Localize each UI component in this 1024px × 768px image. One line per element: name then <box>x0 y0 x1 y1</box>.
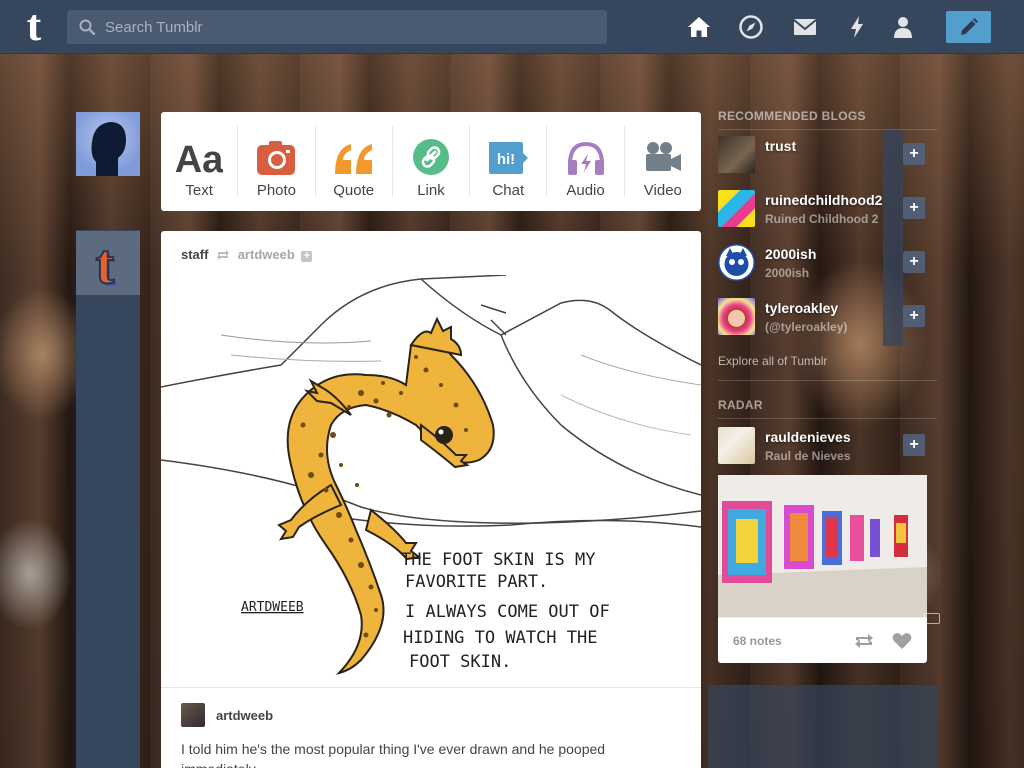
text-icon: Aa <box>175 139 223 176</box>
follow-plus-icon[interactable]: + <box>301 251 313 262</box>
gecko-illustration: ARTDWEEB THE FOOT SKIN IS MY FAVORITE PA… <box>161 275 701 675</box>
user-avatar[interactable] <box>76 112 140 176</box>
svg-text:t: t <box>96 234 115 295</box>
post-type-label: Audio <box>566 182 605 199</box>
blog-avatar[interactable] <box>718 136 755 173</box>
art-text-line5: FOOT SKIN. <box>409 652 511 672</box>
art-text-line2: FAVORITE PART. <box>405 572 548 592</box>
sidebar-divider <box>718 418 937 419</box>
post-type-video[interactable]: Video <box>625 126 701 199</box>
post-header: staff artdweeb + <box>181 247 313 262</box>
blog-avatar[interactable] <box>718 298 755 335</box>
post-type-link[interactable]: Link <box>393 126 471 199</box>
explore-link[interactable]: Explore all of Tumblr <box>718 354 827 368</box>
post-author-link[interactable]: staff <box>181 247 208 262</box>
blog-avatar[interactable] <box>718 190 755 227</box>
activity-icon[interactable] <box>844 14 870 40</box>
post-type-chat[interactable]: hi! Chat <box>470 126 548 199</box>
search-icon <box>79 19 95 35</box>
blog-subtitle: (@tyleroakley) <box>765 320 848 334</box>
svg-text:Aa: Aa <box>175 139 223 176</box>
like-heart-icon[interactable] <box>892 632 912 650</box>
camera-icon <box>257 141 296 175</box>
link-icon <box>412 139 449 175</box>
blog-name[interactable]: ruinedchildhood2 <box>765 192 882 208</box>
post-type-label: Quote <box>333 182 375 199</box>
video-camera-icon <box>645 142 681 171</box>
blog-subtitle: Ruined Childhood 2 <box>765 212 879 226</box>
art-text-line3: I ALWAYS COME OUT OF <box>405 602 610 622</box>
reblog-trail-header: artdweeb <box>181 703 273 727</box>
art-signature: ARTDWEEB <box>241 600 304 615</box>
keyboard-shortcuts-icon[interactable] <box>924 613 940 624</box>
follow-button[interactable]: + <box>903 434 925 456</box>
recommended-blog-row[interactable]: tyleroakley (@tyleroakley) + <box>718 292 937 346</box>
recommended-blog-row[interactable]: 2000ish 2000ish + <box>718 238 937 292</box>
radar-post-image[interactable] <box>718 475 927 617</box>
compose-button[interactable] <box>946 11 991 43</box>
left-rail <box>76 230 140 768</box>
reblogger-avatar[interactable] <box>181 703 205 727</box>
headphones-icon <box>567 141 604 175</box>
account-icon[interactable] <box>890 14 916 40</box>
follow-button[interactable]: + <box>903 197 925 219</box>
napster-cat-icon <box>719 245 754 280</box>
sidebar-divider <box>718 380 937 381</box>
follow-button[interactable]: + <box>903 143 925 165</box>
sidebar-bottom-shade <box>708 685 937 768</box>
blog-name[interactable]: trust <box>765 138 796 154</box>
post-type-text[interactable]: Aa Text <box>161 126 239 199</box>
quote-icon <box>334 144 372 174</box>
notes-count[interactable]: 68 notes <box>733 634 782 648</box>
pencil-icon <box>961 18 978 35</box>
staff-avatar[interactable]: t t <box>76 231 140 298</box>
art-text-line1: THE FOOT SKIN IS MY <box>401 550 595 570</box>
svg-text:hi!: hi! <box>497 151 515 168</box>
post-type-label: Link <box>417 182 445 199</box>
post-type-label: Chat <box>492 182 525 199</box>
blog-avatar[interactable] <box>718 427 755 464</box>
blog-avatar[interactable] <box>718 244 755 281</box>
reblogger-name-link[interactable]: artdweeb <box>216 708 273 723</box>
search-box[interactable] <box>67 10 607 44</box>
inbox-icon[interactable] <box>792 14 818 40</box>
top-navigation-bar: t <box>0 0 1024 54</box>
avatar-silhouette-icon <box>91 122 126 176</box>
post-type-photo[interactable]: Photo <box>238 126 316 199</box>
reblog-icon[interactable] <box>854 633 874 649</box>
post-type-audio[interactable]: Audio <box>547 126 625 199</box>
post-body-text: I told him he's the most popular thing I… <box>181 741 606 768</box>
dashboard-post: staff artdweeb + ARTDWEEB THE FOOT SKIN … <box>161 231 701 768</box>
blog-name[interactable]: 2000ish <box>765 246 816 262</box>
post-type-label: Video <box>643 182 682 199</box>
home-icon[interactable] <box>686 14 712 40</box>
radar-blog-row[interactable]: rauldenieves Raul de Nieves + <box>718 421 937 475</box>
blog-name[interactable]: rauldenieves <box>765 429 851 445</box>
follow-button[interactable]: + <box>903 305 925 327</box>
radar-post-footer: 68 notes <box>718 617 927 663</box>
staff-tumblr-logo-icon: t t <box>95 233 117 298</box>
gallery-photo <box>718 475 927 617</box>
recommended-blog-row[interactable]: trust + <box>718 130 937 184</box>
tumblr-logo[interactable]: t <box>14 4 54 48</box>
post-type-label: Photo <box>256 182 297 199</box>
reblog-source-link[interactable]: artdweeb <box>238 247 295 262</box>
chat-icon: hi! <box>489 142 529 174</box>
explore-icon[interactable] <box>738 14 764 40</box>
post-type-label: Text <box>185 182 213 199</box>
art-text-line4: HIDING TO WATCH THE <box>403 628 597 648</box>
blog-subtitle: Raul de Nieves <box>765 449 851 463</box>
recommended-blogs-title: RECOMMENDED BLOGS <box>718 109 866 123</box>
blog-subtitle: 2000ish <box>765 266 810 280</box>
post-type-quote[interactable]: Quote <box>316 126 393 199</box>
follow-button[interactable]: + <box>903 251 925 273</box>
blog-name[interactable]: tyleroakley <box>765 300 838 316</box>
search-input[interactable] <box>105 10 595 44</box>
post-divider <box>161 687 701 688</box>
recommended-blog-row[interactable]: ruinedchildhood2 Ruined Childhood 2 + <box>718 184 937 238</box>
reblog-icon <box>217 250 230 260</box>
radar-title: RADAR <box>718 398 763 412</box>
post-type-bar: Aa Text Photo Quote Link hi! Chat Audio … <box>161 112 701 211</box>
radar-post-card[interactable]: 68 notes <box>718 475 927 663</box>
